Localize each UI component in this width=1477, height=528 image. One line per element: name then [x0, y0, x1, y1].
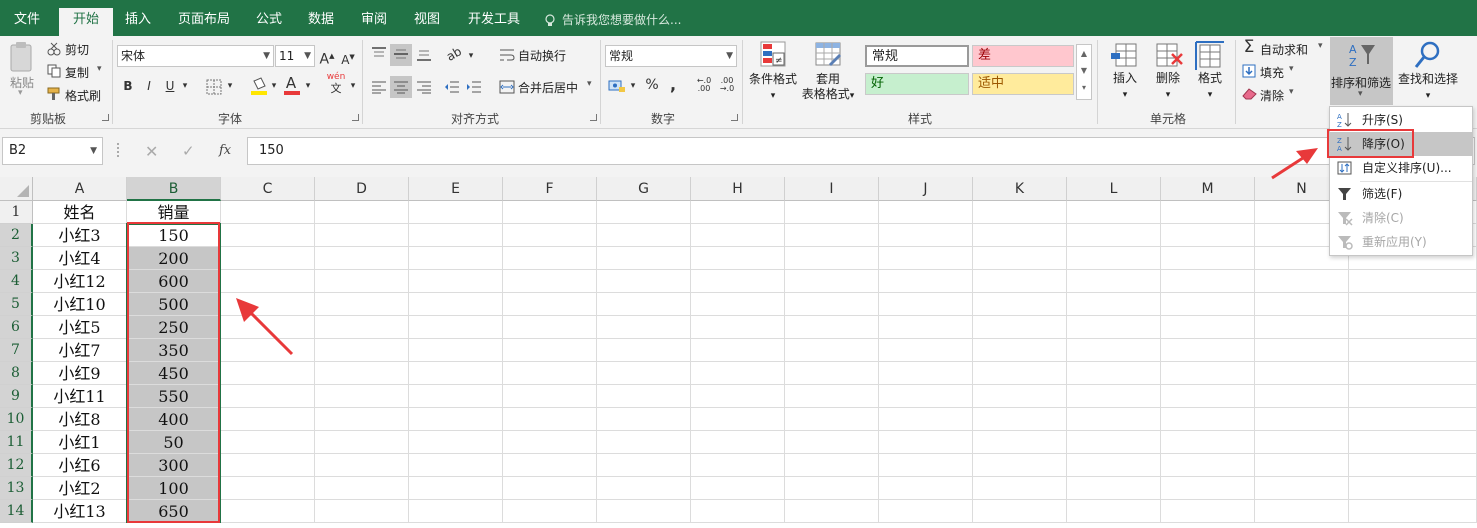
annotation-arrows	[236, 148, 1318, 356]
excel-window: 文件 开始 插入 页面布局 公式 数据 审阅 视图 开发工具 告诉我您想要做什么…	[0, 0, 1477, 528]
arrow-to-descending	[1271, 148, 1318, 180]
arrow-to-sales-column	[236, 298, 294, 356]
